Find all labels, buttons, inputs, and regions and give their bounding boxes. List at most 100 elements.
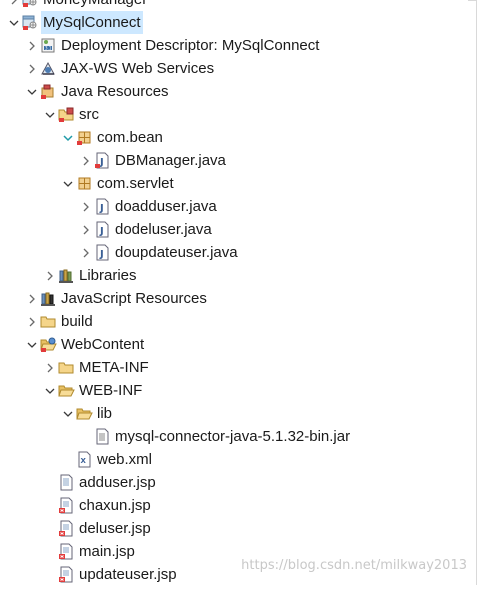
chevron-right-icon[interactable] (80, 218, 92, 241)
tree-item[interactable]: META-INF (0, 356, 468, 379)
tree-item-label: META-INF (79, 359, 149, 376)
jsp-file-error-icon (58, 497, 75, 514)
tree-item-label: doadduser.java (115, 198, 217, 215)
tree-item-label: main.jsp (79, 543, 135, 560)
tree-item[interactable]: Libraries (0, 264, 468, 287)
tree-item-label: updateuser.jsp (79, 566, 177, 583)
tree-item-label: MoneyManager (41, 0, 149, 11)
tree-item-label: deluser.jsp (79, 520, 151, 537)
chevron-down-icon[interactable] (62, 402, 74, 425)
java-file-icon: J (94, 221, 111, 238)
tree-item[interactable]: com.servlet (0, 172, 468, 195)
jsp-file-error-icon (58, 520, 75, 537)
tree-item[interactable]: Java Resources (0, 80, 468, 103)
tree-item[interactable]: Jdodeluser.java (0, 218, 468, 241)
svg-text:3.1: 3.1 (45, 46, 52, 51)
jar-file-icon (94, 428, 111, 445)
package-error-icon (76, 129, 93, 146)
chevron-right-icon[interactable] (26, 34, 38, 57)
chevron-right-icon[interactable] (26, 287, 38, 310)
tree-item-label: DBManager.java (115, 152, 226, 169)
chevron-down-icon[interactable] (44, 103, 56, 126)
tree-item-label: build (61, 313, 93, 330)
tree-item[interactable]: Xweb.xml (0, 448, 468, 471)
chevron-right-icon[interactable] (44, 356, 56, 379)
project-icon (22, 0, 39, 8)
tree-item[interactable]: Jdoadduser.java (0, 195, 468, 218)
tree-item[interactable]: J DBManager.java (0, 149, 468, 172)
chevron-down-icon[interactable] (44, 379, 56, 402)
jsp-file-icon (58, 474, 75, 491)
chevron-right-icon[interactable] (80, 241, 92, 264)
folder-icon (40, 313, 57, 330)
tree-item[interactable]: WEB-INF (0, 379, 468, 402)
tree-item-label: WEB-INF (79, 382, 143, 399)
svg-text:J: J (99, 203, 104, 214)
tree-item-label: Deployment Descriptor: MySqlConnect (61, 37, 320, 54)
tree-item[interactable]: WebContent (0, 333, 468, 356)
chevron-down-icon[interactable] (8, 11, 20, 34)
java-file-icon: J (94, 244, 111, 261)
chevron-down-icon[interactable] (62, 126, 74, 149)
tree-item[interactable]: MoneyManager (0, 0, 468, 11)
folder-icon (58, 359, 75, 376)
chevron-right-icon[interactable] (80, 195, 92, 218)
tree-item-label: chaxun.jsp (79, 497, 151, 514)
tree-item-label: WebContent (61, 336, 145, 353)
tree-item[interactable]: MySqlConnect (0, 11, 468, 34)
svg-text:J: J (99, 249, 104, 260)
tree-item-label: com.servlet (97, 175, 174, 192)
tree-item-label: web.xml (97, 451, 153, 468)
tree-item[interactable]: mysql-connector-java-5.1.32-bin.jar (0, 425, 468, 448)
javascript-resources-icon (40, 290, 57, 307)
package-icon (76, 175, 93, 192)
java-file-icon: J (94, 198, 111, 215)
java-file-error-icon: J (94, 152, 111, 169)
chevron-right-icon[interactable] (26, 57, 38, 80)
deployment-descriptor-icon: 3.1 (40, 37, 57, 54)
svg-text:X: X (81, 457, 87, 465)
xml-file-icon: X (76, 451, 93, 468)
chevron-down-icon[interactable] (62, 172, 74, 195)
tree-item[interactable]: adduser.jsp (0, 471, 468, 494)
tree-item-label: lib (97, 405, 113, 422)
chevron-right-icon[interactable] (80, 149, 92, 172)
folder-open-icon (76, 405, 93, 422)
tree-item[interactable]: chaxun.jsp (0, 494, 468, 517)
tree-item-label: doupdateuser.java (115, 244, 238, 261)
tree-item[interactable]: src (0, 103, 468, 126)
tree-item-label: MySqlConnect (41, 11, 143, 34)
tree-item-label: mysql-connector-java-5.1.32-bin.jar (115, 428, 351, 445)
chevron-right-icon[interactable] (44, 264, 56, 287)
tree-item[interactable]: Jdoupdateuser.java (0, 241, 468, 264)
chevron-down-icon[interactable] (26, 80, 38, 103)
chevron-right-icon[interactable] (26, 310, 38, 333)
tree-item-label: src (79, 106, 99, 123)
project-icon (22, 14, 39, 31)
folder-open-icon (58, 382, 75, 399)
tree-item[interactable]: JAX-WS Web Services (0, 57, 468, 80)
tree-item[interactable]: deluser.jsp (0, 517, 468, 540)
chevron-right-icon[interactable] (8, 0, 20, 11)
tree-item-label: JAX-WS Web Services (61, 60, 215, 77)
chevron-down-icon[interactable] (26, 333, 38, 356)
tree-item[interactable]: com.bean (0, 126, 468, 149)
tree-item[interactable]: 3.1 Deployment Descriptor: MySqlConnect (0, 34, 468, 57)
tree-item[interactable]: build (0, 310, 468, 333)
source-folder-icon (58, 106, 75, 123)
jsp-file-error-icon (58, 566, 75, 583)
java-resources-icon (40, 83, 57, 100)
panel-border-top (468, 0, 477, 1)
webcontent-folder-icon (40, 336, 57, 353)
svg-text:J: J (99, 226, 104, 237)
project-explorer-tree: MoneyManager MySqlConnect 3.1 Deployment… (0, 0, 468, 586)
tree-item-label: dodeluser.java (115, 221, 212, 238)
web-services-icon (40, 60, 57, 77)
tree-item[interactable]: JavaScript Resources (0, 287, 468, 310)
tree-item[interactable]: lib (0, 402, 468, 425)
libraries-icon (58, 267, 75, 284)
tree-item-label: adduser.jsp (79, 474, 156, 491)
watermark: https://blog.csdn.net/milkway2013 (241, 558, 467, 573)
tree-item-label: com.bean (97, 129, 163, 146)
tree-item-label: JavaScript Resources (61, 290, 207, 307)
